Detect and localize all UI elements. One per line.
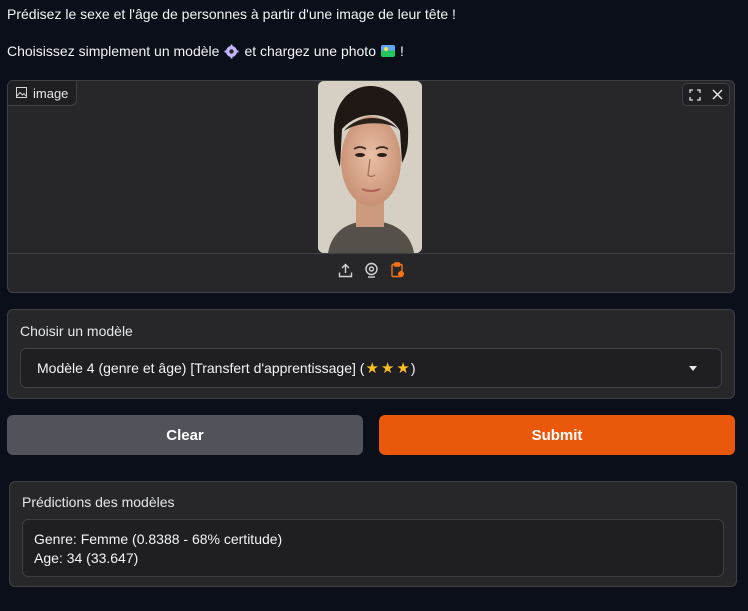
gear-icon bbox=[224, 44, 239, 59]
intro-text-2c: ! bbox=[399, 43, 404, 59]
webcam-icon[interactable] bbox=[363, 261, 379, 279]
close-icon[interactable] bbox=[706, 84, 729, 105]
image-source-selector bbox=[8, 261, 734, 279]
predictions-label: Prédictions des modèles bbox=[22, 494, 175, 510]
framed-picture-icon bbox=[380, 45, 395, 57]
model-label: Choisir un modèle bbox=[20, 323, 133, 339]
clear-button[interactable]: Clear bbox=[7, 415, 363, 455]
fullscreen-icon[interactable] bbox=[683, 84, 706, 105]
model-selector-panel: Choisir un modèle Modèle 4 (genre et âge… bbox=[7, 309, 735, 399]
uploaded-photo bbox=[318, 81, 422, 253]
model-selected-text: Modèle 4 (genre et âge) [Transfert d'app… bbox=[37, 360, 365, 376]
star-icon: ★ bbox=[396, 360, 410, 377]
model-dropdown[interactable]: Modèle 4 (genre et âge) [Transfert d'app… bbox=[20, 348, 722, 388]
predictions-panel: Prédictions des modèles Genre: Femme (0.… bbox=[9, 481, 737, 587]
submit-button[interactable]: Submit bbox=[379, 415, 735, 455]
image-icon bbox=[16, 86, 27, 101]
clipboard-icon[interactable] bbox=[389, 261, 405, 279]
image-input-panel: image bbox=[7, 80, 735, 293]
star-icon: ★ bbox=[380, 360, 395, 377]
image-label-text: image bbox=[33, 85, 69, 101]
intro-text-2a: Choisissez simplement un modèle bbox=[7, 43, 220, 59]
intro-line-1: Prédisez le sexe et l'âge de personnes à… bbox=[7, 6, 456, 22]
image-input-label: image bbox=[8, 81, 78, 106]
predictions-output: Genre: Femme (0.8388 - 68% certitude) Ag… bbox=[22, 519, 724, 577]
image-toolbar bbox=[682, 83, 730, 106]
image-divider bbox=[8, 253, 734, 254]
chevron-down-icon bbox=[689, 366, 697, 371]
model-selected-end: ) bbox=[410, 360, 416, 376]
upload-icon[interactable] bbox=[337, 261, 353, 279]
intro-line-2: Choisissez simplement un modèle et charg… bbox=[7, 43, 404, 59]
star-icon: ★ bbox=[365, 360, 379, 377]
intro-text-2b: et chargez une photo bbox=[244, 43, 376, 59]
intro-text-1: Prédisez le sexe et l'âge de personnes à… bbox=[7, 6, 456, 22]
